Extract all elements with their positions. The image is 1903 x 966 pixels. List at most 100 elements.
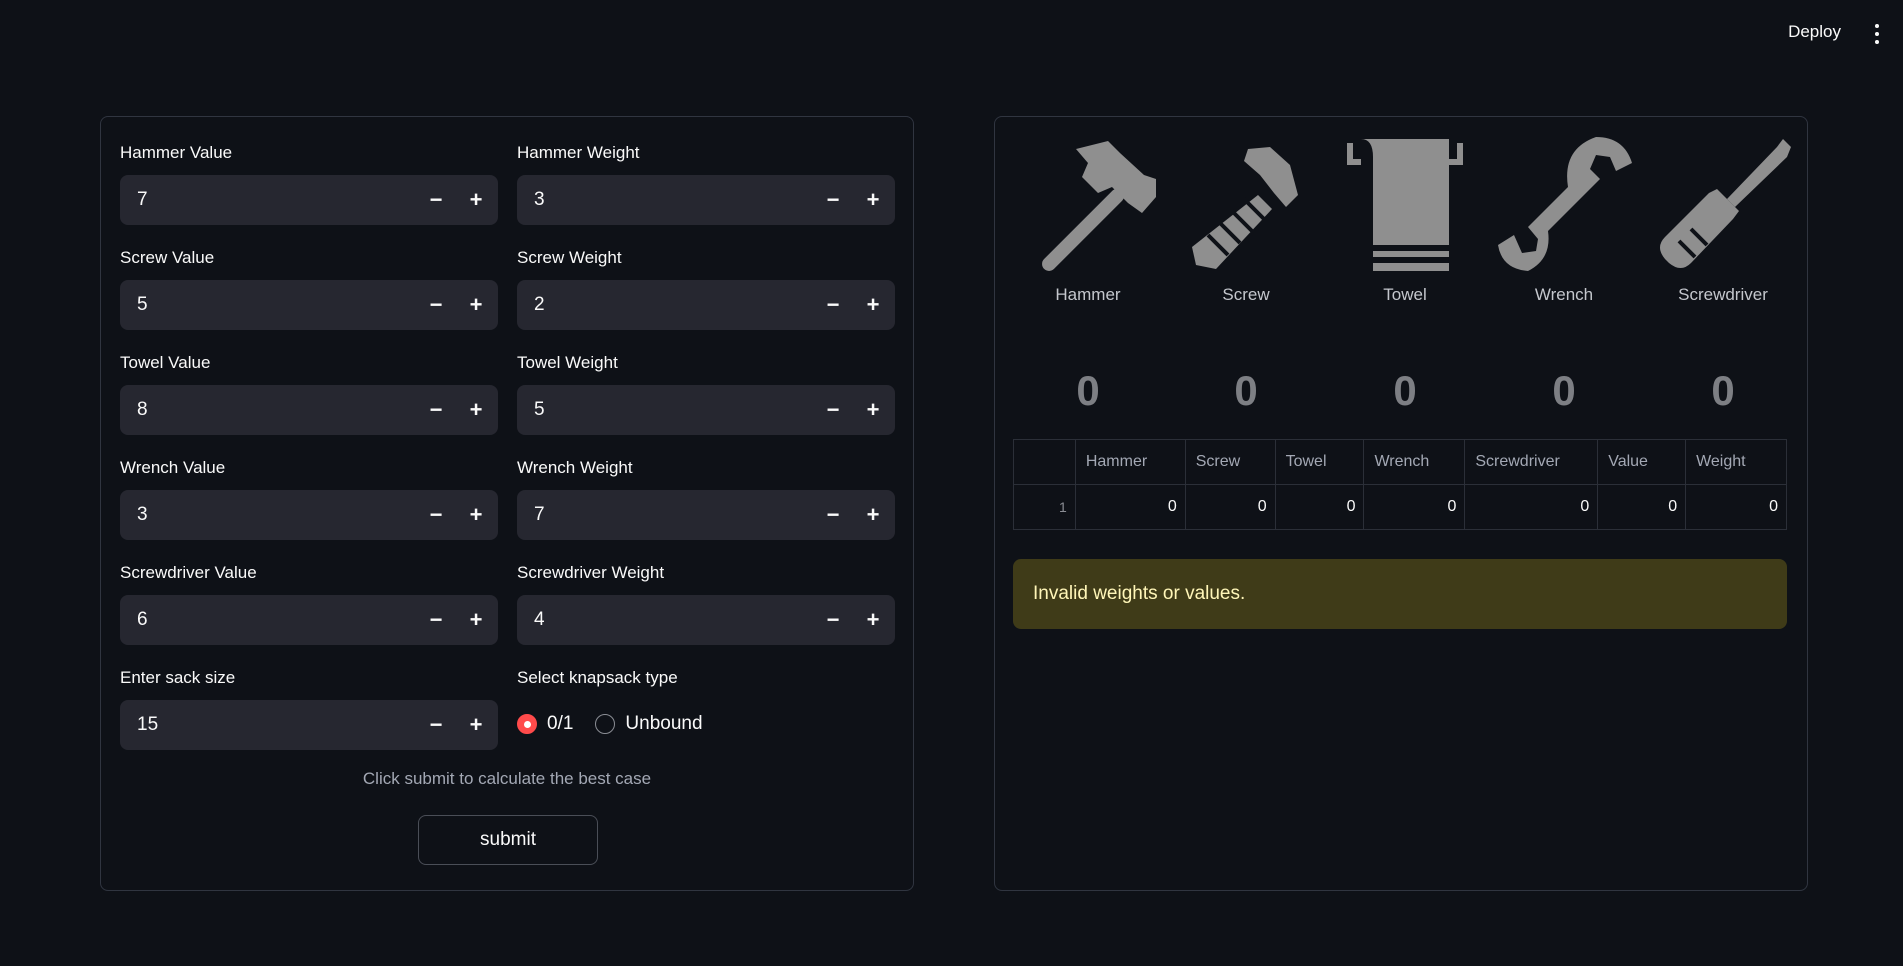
field-label: Hammer Weight bbox=[517, 143, 640, 162]
app-header: Deploy bbox=[0, 0, 1903, 70]
item-counts-row: 0 0 0 0 0 bbox=[1013, 367, 1793, 427]
screw-value-input[interactable] bbox=[120, 280, 416, 330]
screw-count: 0 bbox=[1234, 367, 1258, 414]
table-cell[interactable]: 0 bbox=[1464, 484, 1599, 530]
field-label: Hammer Value bbox=[120, 143, 233, 162]
screw-weight-input[interactable] bbox=[517, 280, 813, 330]
increment-button[interactable]: + bbox=[853, 175, 893, 225]
increment-button[interactable]: + bbox=[456, 385, 496, 435]
item-wrench: Wrench bbox=[1489, 135, 1639, 305]
number-input: − + bbox=[120, 385, 498, 435]
radio-option-0-1[interactable]: 0/1 bbox=[517, 713, 573, 735]
table-cell[interactable]: 0 bbox=[1274, 484, 1365, 530]
screwdriver-value-input[interactable] bbox=[120, 595, 416, 645]
submit-button[interactable]: submit bbox=[418, 815, 598, 865]
field-label: Towel Weight bbox=[517, 353, 618, 372]
towel-value-input[interactable] bbox=[120, 385, 416, 435]
knapsack-type-radio-group: 0/1 Unbound bbox=[517, 713, 725, 735]
decrement-button[interactable]: − bbox=[416, 595, 456, 645]
radio-label: Unbound bbox=[625, 713, 703, 734]
field-label: Wrench Weight bbox=[517, 458, 633, 477]
table-cell[interactable]: 0 bbox=[1363, 484, 1466, 530]
increment-button[interactable]: + bbox=[456, 175, 496, 225]
number-input: − + bbox=[517, 280, 895, 330]
decrement-button[interactable]: − bbox=[813, 385, 853, 435]
towel-count: 0 bbox=[1393, 367, 1417, 414]
deploy-button[interactable]: Deploy bbox=[1788, 22, 1841, 42]
radio-unselected-icon bbox=[595, 714, 616, 734]
screwdriver-weight-input[interactable] bbox=[517, 595, 813, 645]
towel-icon bbox=[1347, 139, 1463, 271]
table-cell-index[interactable]: 1 bbox=[1013, 484, 1076, 530]
warning-alert: Invalid weights or values. bbox=[1013, 559, 1787, 629]
increment-button[interactable]: + bbox=[456, 595, 496, 645]
hammer-count: 0 bbox=[1076, 367, 1100, 414]
field-label: Screwdriver Value bbox=[120, 563, 257, 582]
table-row: 1 0 0 0 0 0 0 0 bbox=[1013, 484, 1787, 530]
item-towel: Towel bbox=[1330, 135, 1480, 305]
item-label: Wrench bbox=[1534, 285, 1594, 304]
decrement-button[interactable]: − bbox=[416, 385, 456, 435]
table-cell[interactable]: 0 bbox=[1184, 484, 1276, 530]
hammer-value-input[interactable] bbox=[120, 175, 416, 225]
column-header-screwdriver[interactable]: Screwdriver bbox=[1464, 439, 1599, 485]
main-menu-icon[interactable] bbox=[1867, 20, 1887, 48]
wrench-icon bbox=[1498, 137, 1632, 271]
increment-button[interactable]: + bbox=[456, 280, 496, 330]
results-table[interactable]: Hammer Screw Towel Wrench Screwdriver Va… bbox=[1013, 439, 1787, 530]
radio-option-unbound[interactable]: Unbound bbox=[595, 713, 703, 735]
screwdriver-value-field: Screwdriver Value − + bbox=[120, 561, 498, 645]
submit-hint: Click submit to calculate the best case bbox=[362, 769, 652, 788]
decrement-button[interactable]: − bbox=[416, 490, 456, 540]
table-cell[interactable]: 0 bbox=[1074, 484, 1186, 530]
increment-button[interactable]: + bbox=[853, 490, 893, 540]
item-hammer: Hammer bbox=[1013, 135, 1163, 305]
item-label: Screwdriver bbox=[1678, 285, 1768, 304]
table-cell[interactable]: 0 bbox=[1685, 484, 1787, 530]
column-header-index[interactable] bbox=[1013, 439, 1076, 485]
screw-weight-field: Screw Weight − + bbox=[517, 246, 895, 330]
column-header-value[interactable]: Value bbox=[1597, 439, 1687, 485]
increment-button[interactable]: + bbox=[853, 280, 893, 330]
column-header-hammer[interactable]: Hammer bbox=[1074, 439, 1186, 485]
column-header-wrench[interactable]: Wrench bbox=[1363, 439, 1466, 485]
table-header-row: Hammer Screw Towel Wrench Screwdriver Va… bbox=[1013, 439, 1787, 485]
decrement-button[interactable]: − bbox=[813, 175, 853, 225]
item-label: Towel bbox=[1383, 285, 1427, 304]
decrement-button[interactable]: − bbox=[416, 700, 456, 750]
decrement-button[interactable]: − bbox=[813, 595, 853, 645]
wrench-weight-input[interactable] bbox=[517, 490, 813, 540]
number-input: − + bbox=[517, 595, 895, 645]
item-screw: Screw bbox=[1171, 135, 1321, 305]
column-header-weight[interactable]: Weight bbox=[1685, 439, 1787, 485]
hammer-icon bbox=[1042, 141, 1156, 271]
screwdriver-icon bbox=[1660, 139, 1791, 268]
decrement-button[interactable]: − bbox=[813, 490, 853, 540]
field-label: Enter sack size bbox=[120, 668, 236, 687]
increment-button[interactable]: + bbox=[853, 385, 893, 435]
field-label: Screwdriver Weight bbox=[517, 563, 665, 582]
towel-weight-input[interactable] bbox=[517, 385, 813, 435]
wrench-value-field: Wrench Value − + bbox=[120, 456, 498, 540]
decrement-button[interactable]: − bbox=[416, 280, 456, 330]
wrench-value-input[interactable] bbox=[120, 490, 416, 540]
column-header-towel[interactable]: Towel bbox=[1274, 439, 1365, 485]
radio-label: 0/1 bbox=[547, 713, 574, 734]
field-label: Screw Value bbox=[120, 248, 215, 267]
increment-button[interactable]: + bbox=[456, 700, 496, 750]
increment-button[interactable]: + bbox=[853, 595, 893, 645]
column-header-screw[interactable]: Screw bbox=[1184, 439, 1276, 485]
item-screwdriver: Screwdriver bbox=[1648, 135, 1798, 305]
screwdriver-weight-field: Screwdriver Weight − + bbox=[517, 561, 895, 645]
item-label: Screw bbox=[1222, 285, 1270, 304]
hammer-weight-input[interactable] bbox=[517, 175, 813, 225]
hammer-weight-field: Hammer Weight − + bbox=[517, 141, 895, 225]
towel-value-field: Towel Value − + bbox=[120, 351, 498, 435]
table-cell[interactable]: 0 bbox=[1597, 484, 1687, 530]
number-input: − + bbox=[517, 490, 895, 540]
decrement-button[interactable]: − bbox=[416, 175, 456, 225]
decrement-button[interactable]: − bbox=[813, 280, 853, 330]
sack-size-input[interactable] bbox=[120, 700, 416, 750]
increment-button[interactable]: + bbox=[456, 490, 496, 540]
screwdriver-count: 0 bbox=[1711, 367, 1735, 414]
